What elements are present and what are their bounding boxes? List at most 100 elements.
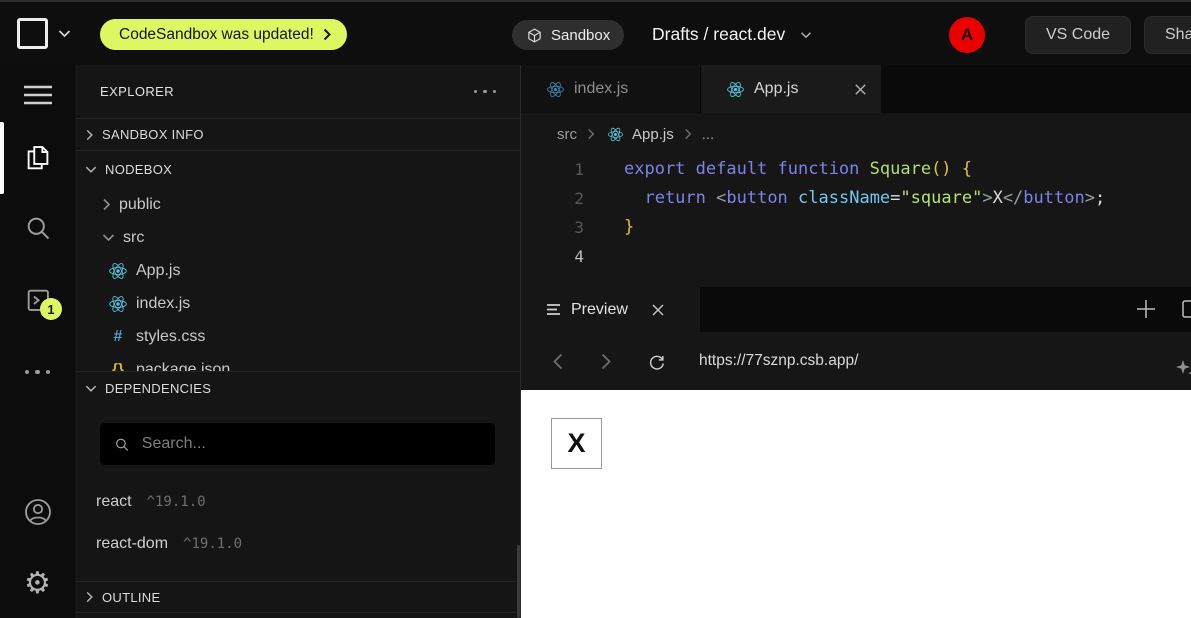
tab-app-js[interactable]: App.js	[701, 65, 881, 113]
chevron-down-icon	[800, 31, 812, 39]
square-button[interactable]: X	[551, 418, 602, 469]
preview-header: Preview	[521, 287, 1191, 332]
workspace-chevron-down-icon[interactable]	[58, 29, 71, 38]
terminal-view-button[interactable]: 1	[0, 282, 75, 318]
add-devtool-button[interactable]	[1135, 298, 1157, 320]
refresh-button[interactable]	[641, 352, 671, 371]
tree-item-src[interactable]: src	[75, 221, 520, 254]
hamburger-icon	[23, 84, 53, 106]
preview-tab[interactable]: Preview	[521, 287, 700, 332]
css-icon: #	[108, 327, 128, 347]
url-bar[interactable]: https://77sznp.csb.app/	[699, 352, 858, 370]
menu-button[interactable]	[0, 77, 75, 113]
avatar[interactable]: A	[949, 17, 985, 53]
tab-index-js[interactable]: index.js	[521, 65, 701, 113]
close-icon	[854, 83, 867, 96]
update-banner[interactable]: CodeSandbox was updated!	[100, 19, 347, 50]
tree-item-package-json[interactable]: {} package.json	[75, 353, 520, 371]
sandbox-badge-label: Sandbox	[551, 27, 610, 44]
preview-list-icon	[546, 303, 561, 316]
chevron-right-icon	[601, 353, 611, 370]
search-icon	[114, 436, 130, 453]
chevron-right-icon	[323, 28, 331, 41]
chevron-right-icon	[684, 128, 692, 140]
avatar-letter: A	[961, 25, 973, 45]
line-number: 1	[521, 155, 584, 184]
sandbox-type-badge[interactable]: Sandbox	[512, 20, 624, 50]
tree-item-styles-css[interactable]: # styles.css	[75, 320, 520, 353]
cube-icon	[526, 27, 543, 44]
update-banner-label: CodeSandbox was updated!	[119, 26, 314, 44]
preview-content: X	[521, 390, 1191, 618]
chevron-right-icon	[85, 591, 94, 603]
react-icon	[545, 79, 565, 99]
explorer-title: EXPLORER	[100, 84, 174, 99]
breadcrumb-folder[interactable]: src	[557, 126, 577, 143]
explorer-header: EXPLORER	[75, 65, 520, 118]
breadcrumb: src App.js ...	[521, 113, 1191, 155]
line-number: 4	[521, 242, 584, 271]
chevron-down-icon	[85, 165, 97, 174]
breadcrumb-more[interactable]: ...	[702, 126, 715, 143]
react-icon	[725, 79, 745, 99]
chevron-right-icon	[102, 198, 111, 211]
vscode-button[interactable]: VS Code	[1025, 16, 1131, 54]
section-nodebox[interactable]: NODEBOX	[75, 151, 520, 188]
chevron-right-icon	[85, 129, 94, 141]
more-views-button[interactable]	[0, 354, 75, 390]
tree-item-public[interactable]: public	[75, 188, 520, 221]
dependency-search	[100, 423, 495, 465]
section-outline[interactable]: OUTLINE	[75, 581, 520, 613]
close-icon	[651, 303, 665, 317]
section-sandbox-info[interactable]: SANDBOX INFO	[75, 118, 520, 151]
dependency-search-input[interactable]	[140, 434, 481, 454]
chevron-down-icon	[85, 384, 97, 393]
ellipsis-icon	[25, 370, 51, 375]
code-line[interactable]: 3}	[521, 213, 1191, 242]
files-icon	[23, 142, 53, 172]
settings-button[interactable]: ⚙	[0, 566, 75, 602]
account-button[interactable]	[0, 494, 75, 530]
editor-tab-bar: index.js App.js	[521, 65, 1191, 113]
codesandbox-logo[interactable]	[17, 18, 48, 49]
code-line[interactable]: 2 return <button className="square">X</b…	[521, 184, 1191, 213]
codesandbox-window: CodeSandbox was updated! Sandbox Drafts …	[0, 0, 1191, 618]
react-icon	[108, 294, 128, 314]
chevron-down-icon	[102, 233, 115, 242]
sidebar-scrollbar[interactable]	[517, 545, 520, 618]
explorer-more-button[interactable]	[474, 90, 497, 94]
tree-item-app-js[interactable]: App.js	[75, 254, 520, 287]
plus-icon	[1135, 298, 1157, 320]
code-editor[interactable]: 1export default function Square() {2 ret…	[521, 155, 1191, 287]
chevron-right-icon	[587, 128, 595, 140]
json-icon: {}	[108, 360, 128, 372]
terminal-count-badge: 1	[40, 298, 62, 320]
search-view-button[interactable]	[0, 210, 75, 246]
explorer-view-button[interactable]	[0, 139, 75, 175]
back-button[interactable]	[543, 353, 573, 370]
project-breadcrumb-label: Drafts / react.dev	[652, 24, 785, 45]
dependency-row[interactable]: react-dom ^19.1.0	[75, 523, 520, 565]
layout-button[interactable]	[1181, 299, 1191, 319]
preview-nav-bar: https://77sznp.csb.app/	[521, 332, 1191, 390]
close-tab-button[interactable]	[854, 83, 867, 96]
project-breadcrumb[interactable]: Drafts / react.dev	[652, 2, 812, 67]
refresh-icon	[647, 352, 666, 371]
breadcrumb-file[interactable]: App.js	[605, 124, 674, 144]
react-icon	[108, 261, 128, 281]
ai-sparkle-icon[interactable]	[1174, 356, 1191, 380]
code-line[interactable]: 4	[521, 242, 1191, 271]
account-icon	[22, 496, 54, 528]
tree-item-index-js[interactable]: index.js	[75, 287, 520, 320]
dependency-row[interactable]: react ^19.1.0	[75, 481, 520, 523]
share-button[interactable]: Share	[1144, 16, 1191, 54]
code-line[interactable]: 1export default function Square() {	[521, 155, 1191, 184]
explorer-sidebar: EXPLORER SANDBOX INFO NODEBOX public src	[75, 65, 521, 618]
close-preview-button[interactable]	[651, 303, 665, 317]
react-icon	[605, 124, 625, 144]
forward-button[interactable]	[591, 353, 621, 370]
line-number: 2	[521, 184, 584, 213]
line-number: 3	[521, 213, 584, 242]
activity-bar: 1 ⚙	[0, 65, 75, 618]
section-dependencies[interactable]: DEPENDENCIES	[75, 371, 520, 404]
